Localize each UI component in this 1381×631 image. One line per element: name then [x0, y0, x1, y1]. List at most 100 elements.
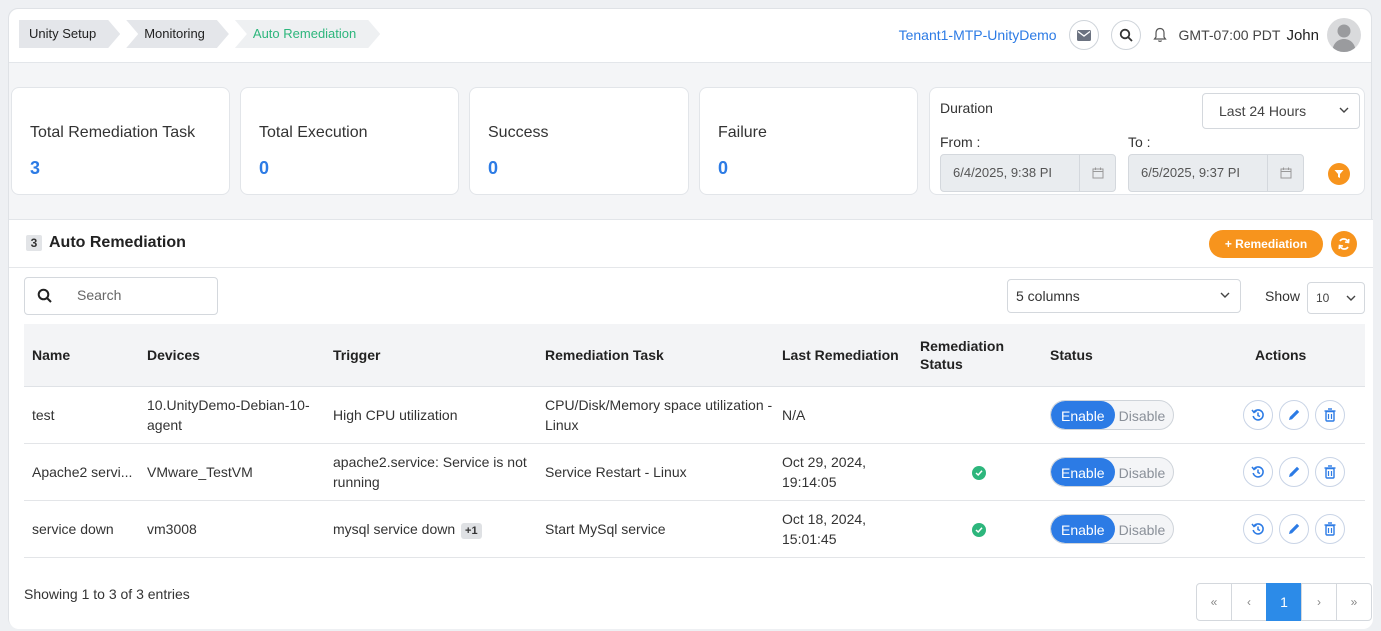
to-label: To :	[1128, 134, 1151, 150]
pencil-icon	[1289, 523, 1300, 534]
row-device: 10.UnityDemo-Debian-10-agent	[139, 386, 325, 444]
calendar-icon[interactable]	[1079, 155, 1115, 191]
history-button[interactable]	[1243, 456, 1273, 487]
row-last-remediation: Oct 29, 2024, 19:14:05	[774, 443, 912, 501]
page-prev-button[interactable]: ‹	[1231, 583, 1267, 621]
column-header-status[interactable]: Status	[1042, 324, 1227, 387]
page-next-button[interactable]: ›	[1301, 583, 1337, 621]
column-header-remediation-status[interactable]: Remediation Status	[912, 324, 1042, 387]
status-toggle[interactable]: Enable Disable	[1050, 399, 1175, 430]
status-toggle[interactable]: Enable Disable	[1050, 513, 1175, 544]
duration-label: Duration	[940, 100, 993, 116]
row-last-remediation: Oct 18, 2024, 15:01:45	[774, 500, 912, 558]
notifications-button[interactable]	[1152, 27, 1167, 43]
edit-button[interactable]	[1279, 456, 1309, 487]
refresh-icon	[1338, 238, 1350, 250]
column-header-trigger[interactable]: Trigger	[325, 324, 537, 387]
row-status: Enable Disable	[1042, 386, 1227, 444]
stat-value: 3	[30, 158, 41, 178]
app-frame: Unity Setup Monitoring Auto Remediation …	[8, 8, 1373, 629]
row-task: Start MySql service	[537, 500, 774, 558]
user-name[interactable]: John	[1286, 27, 1319, 44]
table-row: Apache2 servi... VMware_TestVM apache2.s…	[24, 443, 1365, 501]
page-first-button[interactable]: «	[1196, 583, 1232, 621]
row-remediation-status	[912, 500, 1042, 558]
row-device: VMware_TestVM	[139, 443, 325, 501]
row-trigger: apache2.service: Service is not running	[325, 443, 537, 501]
history-button[interactable]	[1243, 513, 1273, 544]
row-name-link[interactable]: Apache2 servi...	[24, 443, 139, 501]
more-triggers-badge[interactable]: +1	[461, 522, 482, 539]
column-header-last-remediation[interactable]: Last Remediation	[774, 324, 912, 387]
stat-value: 0	[259, 158, 270, 178]
page-size-value: 10	[1316, 291, 1330, 305]
enable-option[interactable]: Enable	[1051, 514, 1115, 543]
show-label: Show	[1265, 288, 1301, 304]
row-trigger-text: apache2.service: Service is not running	[333, 453, 527, 490]
search-button[interactable]	[1110, 20, 1141, 50]
pencil-icon	[1289, 466, 1300, 477]
stat-label: Failure	[718, 124, 767, 141]
to-date-input[interactable]: 6/5/2025, 9:37 PI	[1128, 154, 1304, 192]
duration-card: Duration Last 24 Hours From : To : 6/4/2…	[929, 87, 1365, 195]
row-task: CPU/Disk/Memory space utilization - Linu…	[537, 386, 774, 444]
pencil-icon	[1289, 409, 1300, 420]
delete-button[interactable]	[1315, 456, 1345, 487]
page-1-button[interactable]: 1	[1266, 583, 1302, 621]
chevron-down-icon	[1220, 292, 1230, 298]
mail-button[interactable]	[1068, 20, 1099, 50]
search-icon	[1119, 28, 1133, 42]
row-status: Enable Disable	[1042, 500, 1227, 558]
to-date-value: 6/5/2025, 9:37 PI	[1141, 165, 1241, 180]
refresh-button[interactable]	[1331, 231, 1357, 257]
check-circle-icon	[972, 465, 986, 480]
disable-option[interactable]: Disable	[1115, 515, 1174, 543]
breadcrumb-auto-remediation[interactable]: Auto Remediation	[235, 20, 380, 48]
delete-button[interactable]	[1315, 513, 1345, 544]
column-header-remediation-task[interactable]: Remediation Task	[537, 324, 774, 387]
breadcrumb-unity-setup[interactable]: Unity Setup	[19, 20, 120, 48]
breadcrumb-monitoring[interactable]: Monitoring	[126, 20, 229, 48]
stat-value: 0	[718, 158, 729, 178]
row-name-link[interactable]: service down	[24, 500, 139, 558]
disable-option[interactable]: Disable	[1115, 401, 1174, 429]
edit-button[interactable]	[1279, 513, 1309, 544]
from-date-input[interactable]: 6/4/2025, 9:38 PI	[940, 154, 1116, 192]
enable-option[interactable]: Enable	[1051, 400, 1115, 429]
avatar-icon[interactable]	[1327, 18, 1361, 52]
columns-selected: 5 columns	[1016, 288, 1080, 304]
filter-button[interactable]	[1328, 163, 1350, 185]
page-size-select[interactable]: 10	[1307, 282, 1365, 314]
delete-button[interactable]	[1315, 399, 1345, 430]
enable-option[interactable]: Enable	[1051, 457, 1115, 486]
status-toggle[interactable]: Enable Disable	[1050, 456, 1175, 487]
search-box	[24, 277, 218, 315]
disable-option[interactable]: Disable	[1115, 458, 1174, 486]
history-button[interactable]	[1243, 399, 1273, 430]
stat-card-failure: Failure 0	[699, 87, 918, 195]
row-remediation-status	[912, 443, 1042, 501]
edit-button[interactable]	[1279, 399, 1309, 430]
from-date-value: 6/4/2025, 9:38 PI	[953, 165, 1053, 180]
search-input[interactable]	[75, 286, 205, 304]
page-last-button[interactable]: »	[1336, 583, 1372, 621]
from-label: From :	[940, 134, 981, 150]
row-actions	[1227, 386, 1365, 444]
row-status: Enable Disable	[1042, 443, 1227, 501]
table-header-row: Name Devices Trigger Remediation Task La…	[24, 324, 1365, 387]
columns-select[interactable]: 5 columns	[1007, 279, 1241, 313]
row-last-remediation: N/A	[774, 386, 912, 444]
entries-info: Showing 1 to 3 of 3 entries	[24, 586, 190, 602]
add-remediation-button[interactable]: + Remediation	[1209, 230, 1323, 258]
row-name-link[interactable]: test	[24, 386, 139, 444]
row-trigger: High CPU utilization	[325, 386, 537, 444]
trash-icon	[1324, 521, 1336, 536]
column-header-devices[interactable]: Devices	[139, 324, 325, 387]
row-trigger-text: mysql service down	[333, 520, 456, 537]
column-header-name[interactable]: Name	[24, 324, 139, 387]
panel-header: 3 Auto Remediation + Remediation	[9, 220, 1373, 268]
duration-select[interactable]: Last 24 Hours	[1202, 93, 1360, 129]
filter-icon	[1334, 170, 1344, 178]
calendar-icon[interactable]	[1267, 155, 1303, 191]
tenant-link[interactable]: Tenant1-MTP-UnityDemo	[899, 27, 1057, 43]
